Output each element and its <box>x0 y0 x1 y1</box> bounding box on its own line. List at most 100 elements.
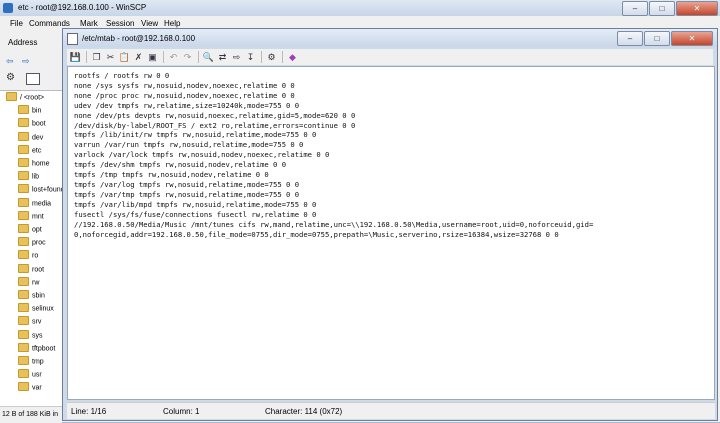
tree-item-label: mnt <box>32 213 44 221</box>
tree-item[interactable]: ro <box>18 250 38 261</box>
text-line: varrun /var/run tmpfs rw,nosuid,relatime… <box>74 140 304 150</box>
tree-item[interactable]: proc <box>18 237 46 248</box>
tree-item-label: home <box>32 160 50 168</box>
main-title-bar: etc - root@192.168.0.100 - WinSCP – □ ✕ <box>0 0 720 16</box>
paste-icon[interactable]: 📋 <box>118 51 131 63</box>
main-close-button[interactable]: ✕ <box>676 1 718 16</box>
tree-item[interactable]: mnt <box>18 210 44 222</box>
copy-icon[interactable]: ❐ <box>90 51 103 63</box>
undo-icon[interactable]: ↶ <box>167 51 180 63</box>
replace-icon[interactable]: ⇄ <box>216 51 229 63</box>
tree-item[interactable]: home <box>18 158 50 169</box>
tree-item-label: opt <box>32 226 42 234</box>
tree-item-label: selinux <box>32 305 54 313</box>
editor-title-bar: /etc/mtab - root@192.168.0.100 – □ ✕ <box>63 29 717 47</box>
forward-arrow-icon[interactable]: ⇨ <box>22 56 30 67</box>
main-minimize-button[interactable]: – <box>622 1 648 16</box>
folder-icon <box>18 197 29 207</box>
editor-minimize-button[interactable]: – <box>617 31 643 46</box>
tree-item[interactable]: srv <box>18 316 41 327</box>
tree-item-label: sys <box>32 331 43 339</box>
editor-maximize-button[interactable]: □ <box>644 31 670 46</box>
text-line: udev /dev tmpfs rw,relatime,size=10240k,… <box>74 100 300 110</box>
menu-commands[interactable]: Commands <box>29 19 70 28</box>
cut-icon[interactable]: ✂ <box>104 51 117 63</box>
tree-item[interactable]: root <box>18 263 44 275</box>
go-to-line-icon[interactable]: ↧ <box>244 51 257 63</box>
tree-item[interactable]: tmp <box>18 356 44 367</box>
tree-item[interactable]: media <box>18 197 52 209</box>
navigation-toolbar: ⇦ ⇨ <box>4 56 60 68</box>
folder-icon <box>18 210 29 220</box>
view-mode-icon[interactable] <box>26 73 40 85</box>
folder-icon <box>18 118 29 128</box>
main-maximize-button[interactable]: □ <box>649 1 675 16</box>
tree-item[interactable]: lost+found <box>18 184 62 195</box>
toolbar-separator <box>282 51 283 63</box>
text-line: tmpfs /dev/shm tmpfs rw,nosuid,nodev,rel… <box>74 160 287 170</box>
find-icon[interactable]: 🔍 <box>202 51 215 63</box>
tree-item-label: proc <box>32 239 46 247</box>
redo-icon[interactable]: ↷ <box>181 51 194 63</box>
editor-status-bar: Line: 1/16 Column: 1 Character: 114 (0x7… <box>67 402 715 419</box>
tree-item[interactable]: selinux <box>18 303 54 314</box>
editor-text-content: rootfs / rootfs rw 0 0 none /sys sysfs rw… <box>74 71 593 239</box>
folder-icon <box>18 250 29 260</box>
folder-icon <box>18 303 29 313</box>
tree-item[interactable]: usr <box>18 369 42 380</box>
tree-item[interactable]: / <root> <box>6 92 44 103</box>
tree-item[interactable]: sbin <box>18 290 45 301</box>
text-line: tmpfs /tmp tmpfs rw,nosuid,nodev,relatim… <box>74 170 269 180</box>
document-icon <box>67 33 78 45</box>
save-icon[interactable]: 💾 <box>69 51 82 63</box>
address-bar[interactable]: Address <box>0 34 62 50</box>
folder-icon <box>18 276 29 286</box>
text-line: 0,noforcegid,addr=192.168.0.50,file_mode… <box>74 229 559 239</box>
tree-item[interactable]: opt <box>18 224 42 235</box>
tree-item-label: boot <box>32 120 46 128</box>
tree-item[interactable]: sys <box>18 329 43 341</box>
tree-item[interactable]: dev <box>18 131 43 143</box>
toolbar-separator <box>198 51 199 63</box>
menu-session[interactable]: Session <box>106 19 134 28</box>
menu-mark[interactable]: Mark <box>80 19 98 28</box>
tree-item-label: lib <box>32 173 40 181</box>
settings-icon[interactable]: ⚙ <box>265 51 278 63</box>
delete-icon[interactable]: ✗ <box>132 51 145 63</box>
select-all-icon[interactable]: ▣ <box>146 51 159 63</box>
folder-icon <box>18 237 29 247</box>
tree-item-label: tmp <box>32 358 44 366</box>
panel-toolbar: ⚙ <box>4 72 60 86</box>
folder-icon <box>18 105 29 115</box>
tree-item[interactable]: bin <box>18 105 41 116</box>
tree-item-label: media <box>32 199 52 207</box>
toolbar-separator <box>86 51 87 63</box>
menu-help[interactable]: Help <box>164 19 180 28</box>
editor-toolbar: 💾 ❐ ✂ 📋 ✗ ▣ ↶ ↷ 🔍 ⇄ ⇨ ↧ ⚙ ◆ <box>67 49 713 65</box>
tree-item[interactable]: var <box>18 382 42 393</box>
editor-text-area[interactable]: rootfs / rootfs rw 0 0 none /sys sysfs rw… <box>67 66 715 400</box>
tree-item-label: rw <box>32 279 40 287</box>
tree-item[interactable]: etc <box>18 144 41 156</box>
status-column: Column: 1 <box>163 407 200 416</box>
menu-view[interactable]: View <box>141 19 158 28</box>
directory-tree: / <root> bin boot dev etc home lib lost+found me… <box>0 90 63 407</box>
back-arrow-icon[interactable]: ⇦ <box>6 56 14 67</box>
text-line: tmpfs /var/tmp tmpfs rw,nosuid,relatime,… <box>74 189 300 199</box>
status-line: Line: 1/16 <box>71 407 107 416</box>
tree-item[interactable]: tftpboot <box>18 342 55 354</box>
folder-icon <box>18 369 29 379</box>
text-line: fusectl /sys/fs/fuse/connections fusectl… <box>74 209 317 219</box>
folder-icon <box>18 131 29 141</box>
menu-file[interactable]: File <box>10 19 23 28</box>
editor-close-button[interactable]: ✕ <box>671 31 713 46</box>
tree-item[interactable]: lib <box>18 171 40 182</box>
find-next-icon[interactable]: ⇨ <box>230 51 243 63</box>
tree-item-label: usr <box>32 371 42 379</box>
tree-item[interactable]: rw <box>18 276 40 288</box>
close-editor-icon[interactable]: ◆ <box>286 51 299 63</box>
tree-item[interactable]: boot <box>18 118 46 129</box>
text-line: tmpfs /var/lib/mpd tmpfs rw,nosuid,relat… <box>74 199 317 209</box>
gear-icon[interactable]: ⚙ <box>6 72 15 83</box>
folder-icon <box>18 290 29 299</box>
